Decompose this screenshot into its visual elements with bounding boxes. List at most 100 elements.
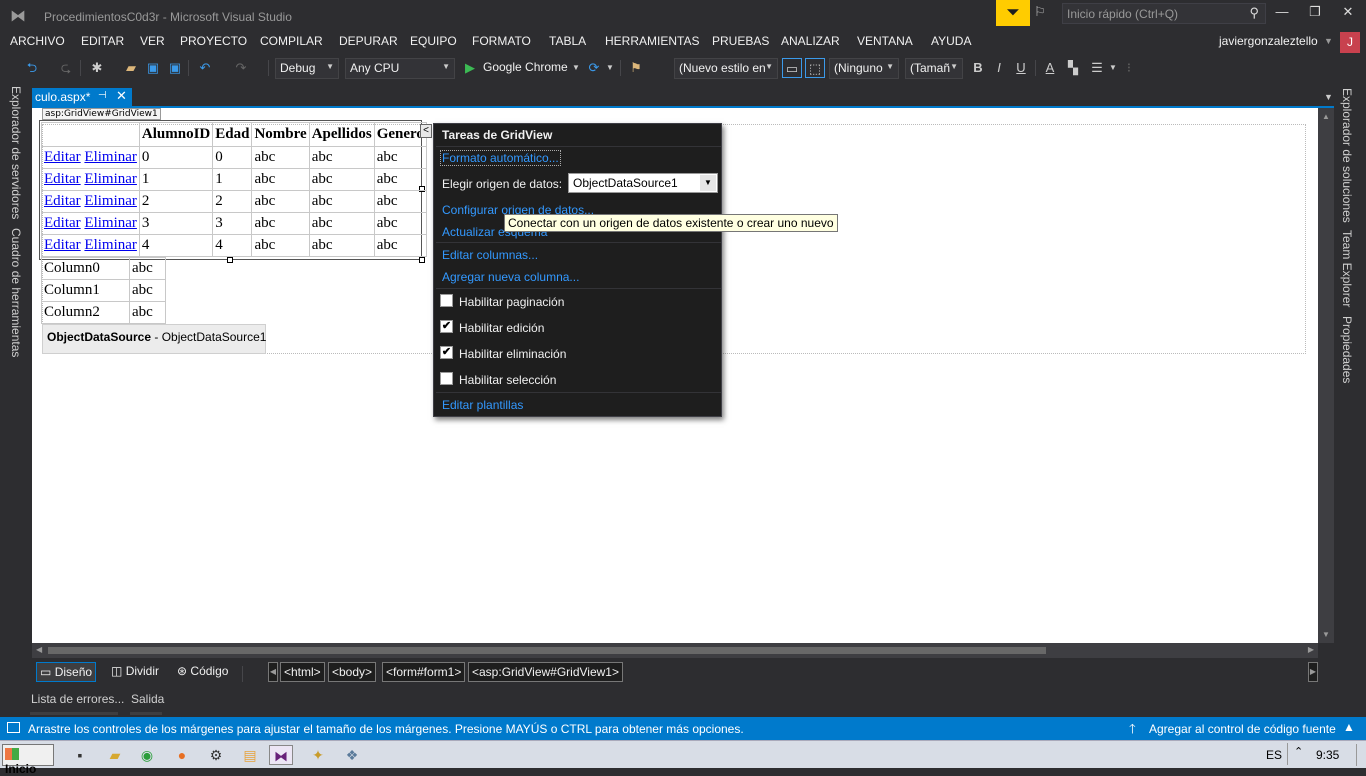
smart-tag-collapse-icon[interactable]: < — [420, 124, 432, 138]
edit-link[interactable]: Editar — [44, 215, 81, 231]
new-project-icon[interactable]: ✱ — [88, 58, 106, 78]
redo-icon[interactable]: ↷ — [232, 58, 250, 78]
solution-configuration-select[interactable]: Debug ▼ — [275, 58, 339, 79]
delete-link[interactable]: Eliminar — [84, 215, 137, 231]
design-view-button[interactable]: ▭ Diseño — [36, 662, 97, 682]
horizontal-scrollbar[interactable]: ◀ ▶ — [32, 643, 1318, 658]
cmd-icon[interactable]: ▪ — [68, 745, 92, 765]
tab-server-explorer[interactable]: Explorador de servidores — [9, 86, 23, 219]
resize-handle[interactable] — [227, 257, 233, 263]
play-icon[interactable]: ▶ — [463, 58, 477, 78]
minimize-button[interactable]: — — [1272, 4, 1292, 22]
open-folder-icon[interactable]: ▰ — [122, 58, 140, 78]
menu-ventana[interactable]: VENTANA — [857, 34, 913, 48]
edit-link[interactable]: Editar — [44, 149, 81, 165]
app-icon[interactable]: ⚙ — [204, 745, 228, 765]
sublime-text-icon[interactable]: ▤ — [238, 745, 262, 765]
style-select[interactable]: (Nuevo estilo en ▼ — [674, 58, 778, 79]
chevron-down-icon[interactable]: ▼ — [571, 58, 581, 78]
menu-ver[interactable]: VER — [140, 34, 165, 48]
maximize-button[interactable]: ❐ — [1305, 4, 1325, 22]
object-data-source-control[interactable]: ObjectDataSource - ObjectDataSource1 — [42, 324, 266, 354]
edit-link[interactable]: Editar — [44, 193, 81, 209]
chevron-down-icon[interactable]: ▼ — [1108, 58, 1118, 78]
split-view-button[interactable]: ◫ Dividir — [108, 662, 162, 682]
user-name[interactable]: javiergonzaleztello — [1219, 34, 1318, 48]
menu-ayuda[interactable]: AYUDA — [931, 34, 971, 48]
add-to-source-control-button[interactable]: Agregar al control de código fuente — [1149, 722, 1336, 736]
settings-app-icon[interactable]: ❖ — [340, 745, 364, 765]
delete-link[interactable]: Eliminar — [84, 149, 137, 165]
align-left-icon[interactable]: ☰ — [1088, 58, 1106, 78]
vertical-scrollbar[interactable]: ▲ ▼ — [1318, 108, 1334, 643]
utility-icon[interactable]: ✦ — [306, 745, 330, 765]
forward-icon[interactable]: ⮎ — [58, 58, 74, 78]
scroll-right-icon[interactable]: ▶ — [1308, 645, 1314, 654]
clock[interactable]: 9:35 — [1316, 748, 1339, 762]
scroll-up-icon[interactable]: ▲ — [1322, 112, 1330, 121]
resize-handle[interactable] — [419, 257, 425, 263]
tray-expand-icon[interactable]: ⌃ — [1294, 745, 1303, 758]
breadcrumb-body[interactable]: <body> — [328, 662, 377, 682]
chevron-up-icon[interactable]: ▲ — [1343, 720, 1355, 734]
tab-solution-explorer[interactable]: Explorador de soluciones — [1340, 88, 1354, 223]
edit-columns-link[interactable]: Editar columnas... — [442, 248, 538, 262]
solution-platform-select[interactable]: Any CPU ▼ — [345, 58, 455, 79]
document-tab-culo-aspx[interactable]: culo.aspx* ⊣ ✕ — [32, 88, 132, 106]
avatar[interactable]: J — [1340, 32, 1360, 53]
background-color-icon[interactable]: ▚ — [1064, 58, 1082, 78]
scrollbar-thumb[interactable] — [48, 647, 1046, 654]
firefox-icon[interactable]: ● — [170, 745, 194, 765]
menu-herramientas[interactable]: HERRAMIENTAS — [605, 34, 699, 48]
menu-archivo[interactable]: ARCHIVO — [10, 34, 65, 48]
menu-compilar[interactable]: COMPILAR — [260, 34, 323, 48]
scroll-left-icon[interactable]: ◀ — [36, 645, 42, 654]
tab-dropdown-icon[interactable]: ▼ — [1324, 92, 1333, 102]
position-icon[interactable]: ⬚ — [805, 58, 825, 78]
undo-icon[interactable]: ↶ — [196, 58, 214, 78]
code-view-button[interactable]: ⊛ Código — [174, 662, 231, 682]
menu-analizar[interactable]: ANALIZAR — [781, 34, 840, 48]
tab-toolbox[interactable]: Cuadro de herramientas — [9, 228, 23, 357]
menu-proyecto[interactable]: PROYECTO — [180, 34, 247, 48]
enable-selection-checkbox[interactable] — [440, 372, 453, 385]
font-color-button[interactable]: A — [1043, 58, 1057, 78]
chrome-icon[interactable]: ◉ — [135, 745, 159, 765]
edit-link[interactable]: Editar — [44, 171, 81, 187]
design-view-icon[interactable]: ▭ — [782, 58, 802, 78]
tab-error-list[interactable]: Lista de errores... — [31, 692, 124, 706]
enable-editing-checkbox[interactable]: ✔ — [440, 320, 453, 333]
delete-link[interactable]: Eliminar — [84, 171, 137, 187]
pin-icon[interactable]: ⊣ — [98, 90, 107, 101]
breadcrumb-forward-icon[interactable]: ▶ — [1308, 662, 1318, 682]
show-desktop-button[interactable] — [1356, 744, 1364, 766]
menu-pruebas[interactable]: PRUEBAS — [712, 34, 769, 48]
tab-team-explorer[interactable]: Team Explorer — [1340, 230, 1354, 307]
preview-table[interactable]: Column0 abc Column1 abc Column2 abc — [41, 257, 166, 324]
language-indicator[interactable]: ES — [1266, 748, 1282, 762]
breadcrumb-gridview[interactable]: <asp:GridView#GridView1> — [468, 662, 623, 682]
chevron-down-icon[interactable]: ▼ — [605, 58, 615, 78]
chevron-down-icon[interactable]: ▼ — [1324, 36, 1333, 46]
scroll-down-icon[interactable]: ▼ — [1322, 630, 1330, 639]
start-button[interactable]: Inicio — [2, 744, 54, 776]
menu-equipo[interactable]: EQUIPO — [410, 34, 457, 48]
feedback-icon[interactable]: ⚐ — [1034, 4, 1054, 22]
delete-link[interactable]: Eliminar — [84, 193, 137, 209]
refresh-icon[interactable]: ⟳ — [586, 58, 602, 78]
underline-button[interactable]: U — [1014, 58, 1028, 78]
enable-deleting-checkbox[interactable]: ✔ — [440, 346, 453, 359]
enable-paging-checkbox[interactable] — [440, 294, 453, 307]
breadcrumb-html[interactable]: <html> — [280, 662, 325, 682]
run-target-button[interactable]: Google Chrome — [483, 60, 568, 74]
font-select[interactable]: (Ninguno ▼ — [829, 58, 899, 79]
bullets-icon[interactable]: ⁝ — [1120, 58, 1138, 78]
menu-tabla[interactable]: TABLA — [549, 34, 586, 48]
breadcrumb-back-icon[interactable]: ◀ — [268, 662, 278, 682]
edit-link[interactable]: Editar — [44, 237, 81, 253]
file-explorer-icon[interactable]: ▰ — [103, 745, 127, 765]
menu-editar[interactable]: EDITAR — [81, 34, 124, 48]
delete-link[interactable]: Eliminar — [84, 237, 137, 253]
font-size-select[interactable]: (Tamañ ▼ — [905, 58, 963, 79]
visual-studio-icon[interactable]: ⧓ — [269, 745, 293, 765]
